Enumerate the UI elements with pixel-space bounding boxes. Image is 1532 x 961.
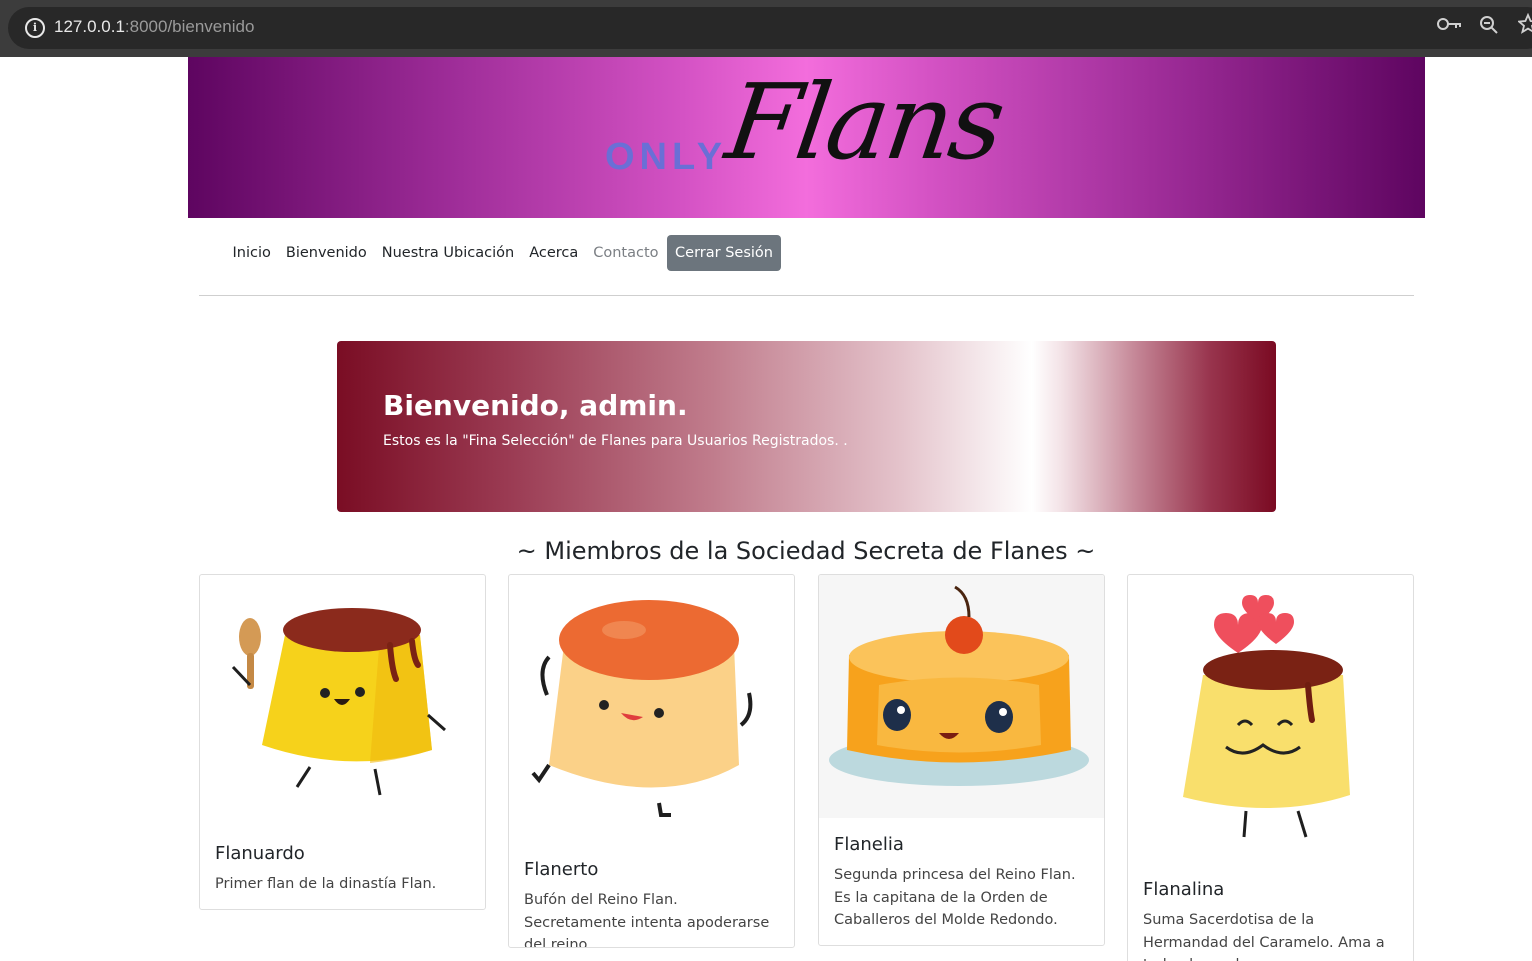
- welcome-jumbotron: Bienvenido, admin. Estos es la "Fina Sel…: [337, 341, 1276, 512]
- welcome-title: Bienvenido, admin.: [383, 389, 688, 422]
- key-icon[interactable]: [1437, 15, 1463, 38]
- card-description: Primer flan de la dinastía Flan.: [215, 876, 437, 892]
- logo-only-text: ONLY: [605, 136, 728, 178]
- section-title: ~ Miembros de la Sociedad Secreta de Fla…: [516, 537, 1096, 565]
- nav-bienvenido[interactable]: Bienvenido: [278, 245, 374, 261]
- card-name: Flanerto: [524, 859, 599, 880]
- header-banner: ONLY Flans: [188, 57, 1425, 218]
- flan-in-love-image: [1183, 595, 1350, 838]
- welcome-subtitle: Estos es la "Fina Selección" de Flanes p…: [383, 433, 848, 449]
- nav-inicio[interactable]: Inicio: [225, 245, 278, 261]
- flan-with-cherry-image: [819, 575, 1104, 818]
- page-body: ONLY Flans Inicio Bienvenido Nuestra Ubi…: [0, 57, 1532, 961]
- logo-flans-text: Flans: [719, 61, 1010, 183]
- card-name: Flanelia: [834, 834, 904, 855]
- address-bar[interactable]: i 127.0.0.1:8000/bienvenido: [8, 7, 1532, 49]
- site-info-icon[interactable]: i: [25, 18, 45, 38]
- flan-with-spoon-image: [231, 608, 446, 796]
- flan-waving-image: [531, 600, 753, 817]
- nav-nuestra-ubicacion[interactable]: Nuestra Ubicación: [374, 245, 521, 261]
- member-card-flanalina: Flanalina Suma Sacerdotisa de la Hermand…: [1127, 574, 1414, 961]
- bookmark-star-icon[interactable]: [1516, 12, 1532, 40]
- url-text[interactable]: 127.0.0.1:8000/bienvenido: [54, 17, 254, 37]
- card-description: Suma Sacerdotisa de la Hermandad del Car…: [1143, 912, 1385, 961]
- card-description: Segunda princesa del Reino Flan. Es la c…: [834, 867, 1076, 928]
- member-card-flanuardo: Flanuardo Primer flan de la dinastía Fla…: [199, 574, 486, 910]
- member-card-flanerto: Flanerto Bufón del Reino Flan. Secretame…: [508, 574, 795, 948]
- card-description: Bufón del Reino Flan. Secretamente inten…: [524, 892, 770, 948]
- card-name: Flanalina: [1143, 879, 1225, 900]
- browser-chrome: i 127.0.0.1:8000/bienvenido: [0, 0, 1532, 57]
- zoom-icon[interactable]: [1479, 15, 1499, 40]
- main-nav: Inicio Bienvenido Nuestra Ubicación Acer…: [225, 233, 781, 273]
- nav-contacto[interactable]: Contacto: [586, 245, 666, 261]
- nav-divider: [199, 295, 1414, 296]
- nav-acerca[interactable]: Acerca: [522, 245, 586, 261]
- card-name: Flanuardo: [215, 843, 305, 864]
- logout-button[interactable]: Cerrar Sesión: [667, 235, 781, 271]
- member-card-flanelia: Flanelia Segunda princesa del Reino Flan…: [818, 574, 1105, 946]
